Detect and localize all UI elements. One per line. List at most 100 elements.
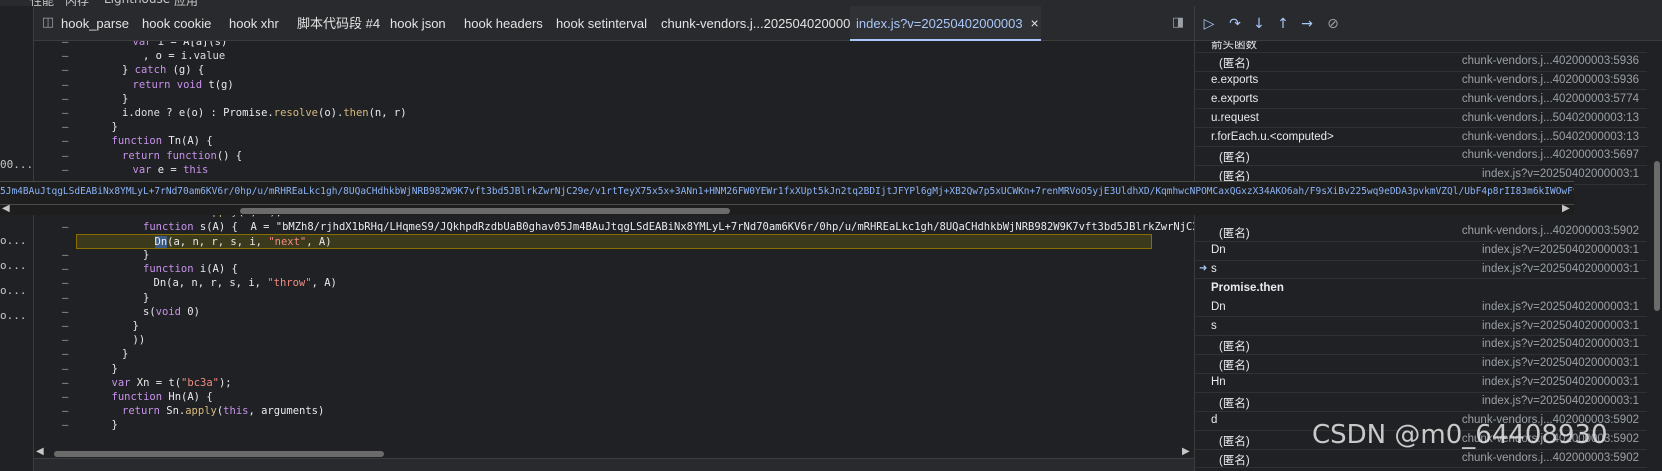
code-line[interactable]: – function Tn(A) { — [34, 134, 1194, 149]
step-icon[interactable]: → — [1297, 14, 1317, 34]
line-marker[interactable]: – — [62, 106, 68, 121]
code-line[interactable]: – var Xn = t("bc3a"); — [34, 376, 1194, 391]
code-editor[interactable]: – var i = A[a](s) –, o = i.value –} catch (… — [34, 41, 1194, 457]
call-stack-frame[interactable]: Dn index.js?v=20250402000003:1 — [1195, 241, 1647, 261]
code-line[interactable]: – function i(A) { — [34, 262, 1194, 277]
editor-tab[interactable]: hook xhr — [229, 6, 279, 41]
scroll-right-icon[interactable]: ▶ — [1182, 446, 1190, 457]
line-marker[interactable]: – — [62, 333, 68, 348]
step-out-icon[interactable]: ↑ — [1273, 14, 1293, 34]
scroll-left-icon[interactable]: ◀ — [2, 203, 10, 214]
line-marker[interactable]: – — [62, 276, 68, 291]
frame-location[interactable]: index.js?v=20250402000003:1 — [1482, 263, 1639, 275]
frame-location[interactable]: index.js?v=20250402000003:1 — [1482, 338, 1639, 350]
call-stack-frame[interactable]: (匿名) index.js?v=20250402000003:1 — [1195, 335, 1647, 356]
call-stack-frame[interactable]: (匿名) index.js?v=20250402000003:1 — [1195, 392, 1647, 412]
call-stack-scrollbar[interactable] — [1651, 41, 1662, 471]
call-stack-frame[interactable]: s index.js?v=20250402000003:1 — [1195, 317, 1647, 337]
code-line[interactable]: – function s(A) { A = "bMZh8/rjhdX1bRHq/L… — [34, 220, 1194, 235]
call-stack-frame[interactable]: e.exports chunk-vendors.j...402000003:577… — [1195, 90, 1647, 110]
line-marker[interactable]: – — [62, 78, 68, 93]
line-marker[interactable]: – — [62, 305, 68, 320]
tooltip-scroll-thumb[interactable] — [240, 208, 730, 214]
frame-location[interactable]: index.js?v=20250402000003:1 — [1482, 376, 1639, 388]
frame-location[interactable]: chunk-vendors.j...50402000003:13 — [1462, 131, 1639, 143]
step-over-icon[interactable]: ↷ — [1225, 14, 1245, 34]
frame-location[interactable]: index.js?v=20250402000003:1 — [1482, 320, 1639, 332]
frame-location[interactable]: chunk-vendors.j...50402000003:13 — [1462, 112, 1639, 124]
code-line[interactable]: –)) — [34, 333, 1194, 348]
frame-location[interactable]: chunk-vendors.j...402000003:5774 — [1462, 93, 1639, 105]
editor-tab[interactable]: hook json — [390, 6, 446, 41]
editor-tab[interactable]: hook_parse — [61, 6, 129, 41]
deactivate-breakpoints-icon[interactable]: ⊘ — [1323, 14, 1343, 34]
frame-location[interactable]: index.js?v=20250402000003:1 — [1482, 168, 1639, 180]
frame-location[interactable]: chunk-vendors.j...402000003:5902 — [1462, 452, 1639, 464]
call-stack-frame[interactable]: (匿名) chunk-vendors.j...402000003:5902 — [1195, 449, 1647, 469]
line-marker[interactable]: – — [62, 262, 68, 277]
code-line[interactable]: –} — [34, 362, 1194, 377]
frame-location[interactable]: chunk-vendors.j...402000003:5697 — [1462, 149, 1639, 161]
step-into-icon[interactable]: ↓ — [1249, 14, 1269, 34]
editor-tab[interactable]: index.js?v=20250402000003 × — [850, 6, 1041, 41]
frame-location[interactable]: index.js?v=20250402000003:1 — [1482, 301, 1639, 313]
code-line[interactable]: –} — [34, 347, 1194, 362]
call-stack-scroll-thumb[interactable] — [1654, 161, 1660, 311]
code-line[interactable]: – return Sn.apply(this, arguments) — [34, 404, 1194, 419]
call-stack-frame[interactable]: e.exports chunk-vendors.j...402000003:593… — [1195, 71, 1647, 91]
call-stack-frame[interactable]: r.forEach.u.<computed> chunk-vendors.j...… — [1195, 128, 1647, 148]
line-marker[interactable]: – — [62, 120, 68, 135]
line-marker[interactable]: – — [62, 390, 68, 405]
editor-horizontal-scrollbar[interactable]: ◀ ▶ — [34, 446, 1194, 458]
call-stack-frame[interactable]: (匿名) chunk-vendors.j...402000003:5902 — [1195, 222, 1647, 242]
code-line[interactable]: – Dn(a, n, r, s, i, "throw", A) — [34, 276, 1194, 291]
line-marker[interactable]: – — [62, 134, 68, 149]
line-marker[interactable]: – — [62, 149, 68, 164]
code-line[interactable]: – var e = this — [34, 163, 1194, 178]
editor-scroll-thumb[interactable] — [54, 451, 384, 457]
editor-tab[interactable]: chunk-vendors.j...20250402000003 — [661, 6, 865, 41]
call-stack-frame[interactable]: (匿名) chunk-vendors.j...402000003:5936 — [1195, 52, 1647, 72]
line-marker[interactable]: – — [62, 248, 68, 263]
line-marker[interactable]: – — [62, 291, 68, 306]
line-marker[interactable]: – — [62, 376, 68, 391]
line-marker[interactable]: – — [62, 319, 68, 334]
code-line[interactable]: – return function() { — [34, 149, 1194, 164]
editor-tab[interactable]: hook setinterval — [556, 6, 647, 41]
call-stack-frame[interactable]: Hn index.js?v=20250402000003:1 — [1195, 373, 1647, 393]
code-line[interactable]: –} — [34, 248, 1194, 263]
code-line[interactable]: – , o = i.value — [34, 49, 1194, 64]
close-tab-icon[interactable]: × — [1030, 6, 1038, 41]
frame-location[interactable]: chunk-vendors.j...402000003:5902 — [1462, 225, 1639, 237]
code-line[interactable]: – i.done ? e(o) : Promise.resolve(o).then… — [34, 106, 1194, 121]
code-line[interactable]: –} — [34, 120, 1194, 135]
editor-tab[interactable]: hook cookie — [142, 6, 211, 41]
scroll-left-icon[interactable]: ◀ — [36, 446, 44, 457]
code-line[interactable]: –} catch (g) { — [34, 63, 1194, 78]
call-stack-frame[interactable]: u.request chunk-vendors.j...50402000003:1… — [1195, 109, 1647, 129]
resume-icon[interactable]: ▷ — [1199, 14, 1219, 34]
code-line[interactable]: – function Hn(A) { — [34, 390, 1194, 405]
scroll-right-icon[interactable]: ▶ — [1562, 203, 1570, 214]
code-line[interactable]: –} — [34, 319, 1194, 334]
line-marker[interactable]: – — [62, 163, 68, 178]
frame-location[interactable]: chunk-vendors.j...402000003:5936 — [1462, 55, 1639, 67]
frame-location[interactable]: index.js?v=20250402000003:1 — [1482, 395, 1639, 407]
line-marker[interactable]: – — [62, 63, 68, 78]
editor-tab[interactable]: 脚本代码段 #4 — [297, 6, 380, 41]
code-line[interactable]: –} — [34, 418, 1194, 433]
tooltip-scrollbar[interactable]: ◀ ▶ — [0, 203, 1574, 215]
line-marker[interactable]: – — [62, 362, 68, 377]
line-marker[interactable]: – — [62, 220, 68, 235]
call-stack-frame[interactable]: (匿名) index.js?v=20250402000003:1 — [1195, 354, 1647, 374]
line-marker[interactable]: – — [62, 92, 68, 107]
code-line[interactable]: –} — [34, 291, 1194, 306]
code-line[interactable]: – s(void 0) — [34, 305, 1194, 320]
call-stack-frame[interactable]: (匿名) chunk-vendors.j...402000003:5697 — [1195, 146, 1647, 167]
frame-location[interactable]: chunk-vendors.j...402000003:5936 — [1462, 74, 1639, 86]
call-stack-frame[interactable]: Dn index.js?v=20250402000003:1 — [1195, 298, 1647, 318]
current-execution-line[interactable]: –Dn(a, n, r, s, i, "next", A) — [76, 233, 1152, 249]
frame-location[interactable]: index.js?v=20250402000003:1 — [1482, 357, 1639, 369]
line-marker[interactable]: – — [62, 347, 68, 362]
debugger-sidebar-toggle-icon[interactable]: ◨ — [1170, 15, 1186, 31]
